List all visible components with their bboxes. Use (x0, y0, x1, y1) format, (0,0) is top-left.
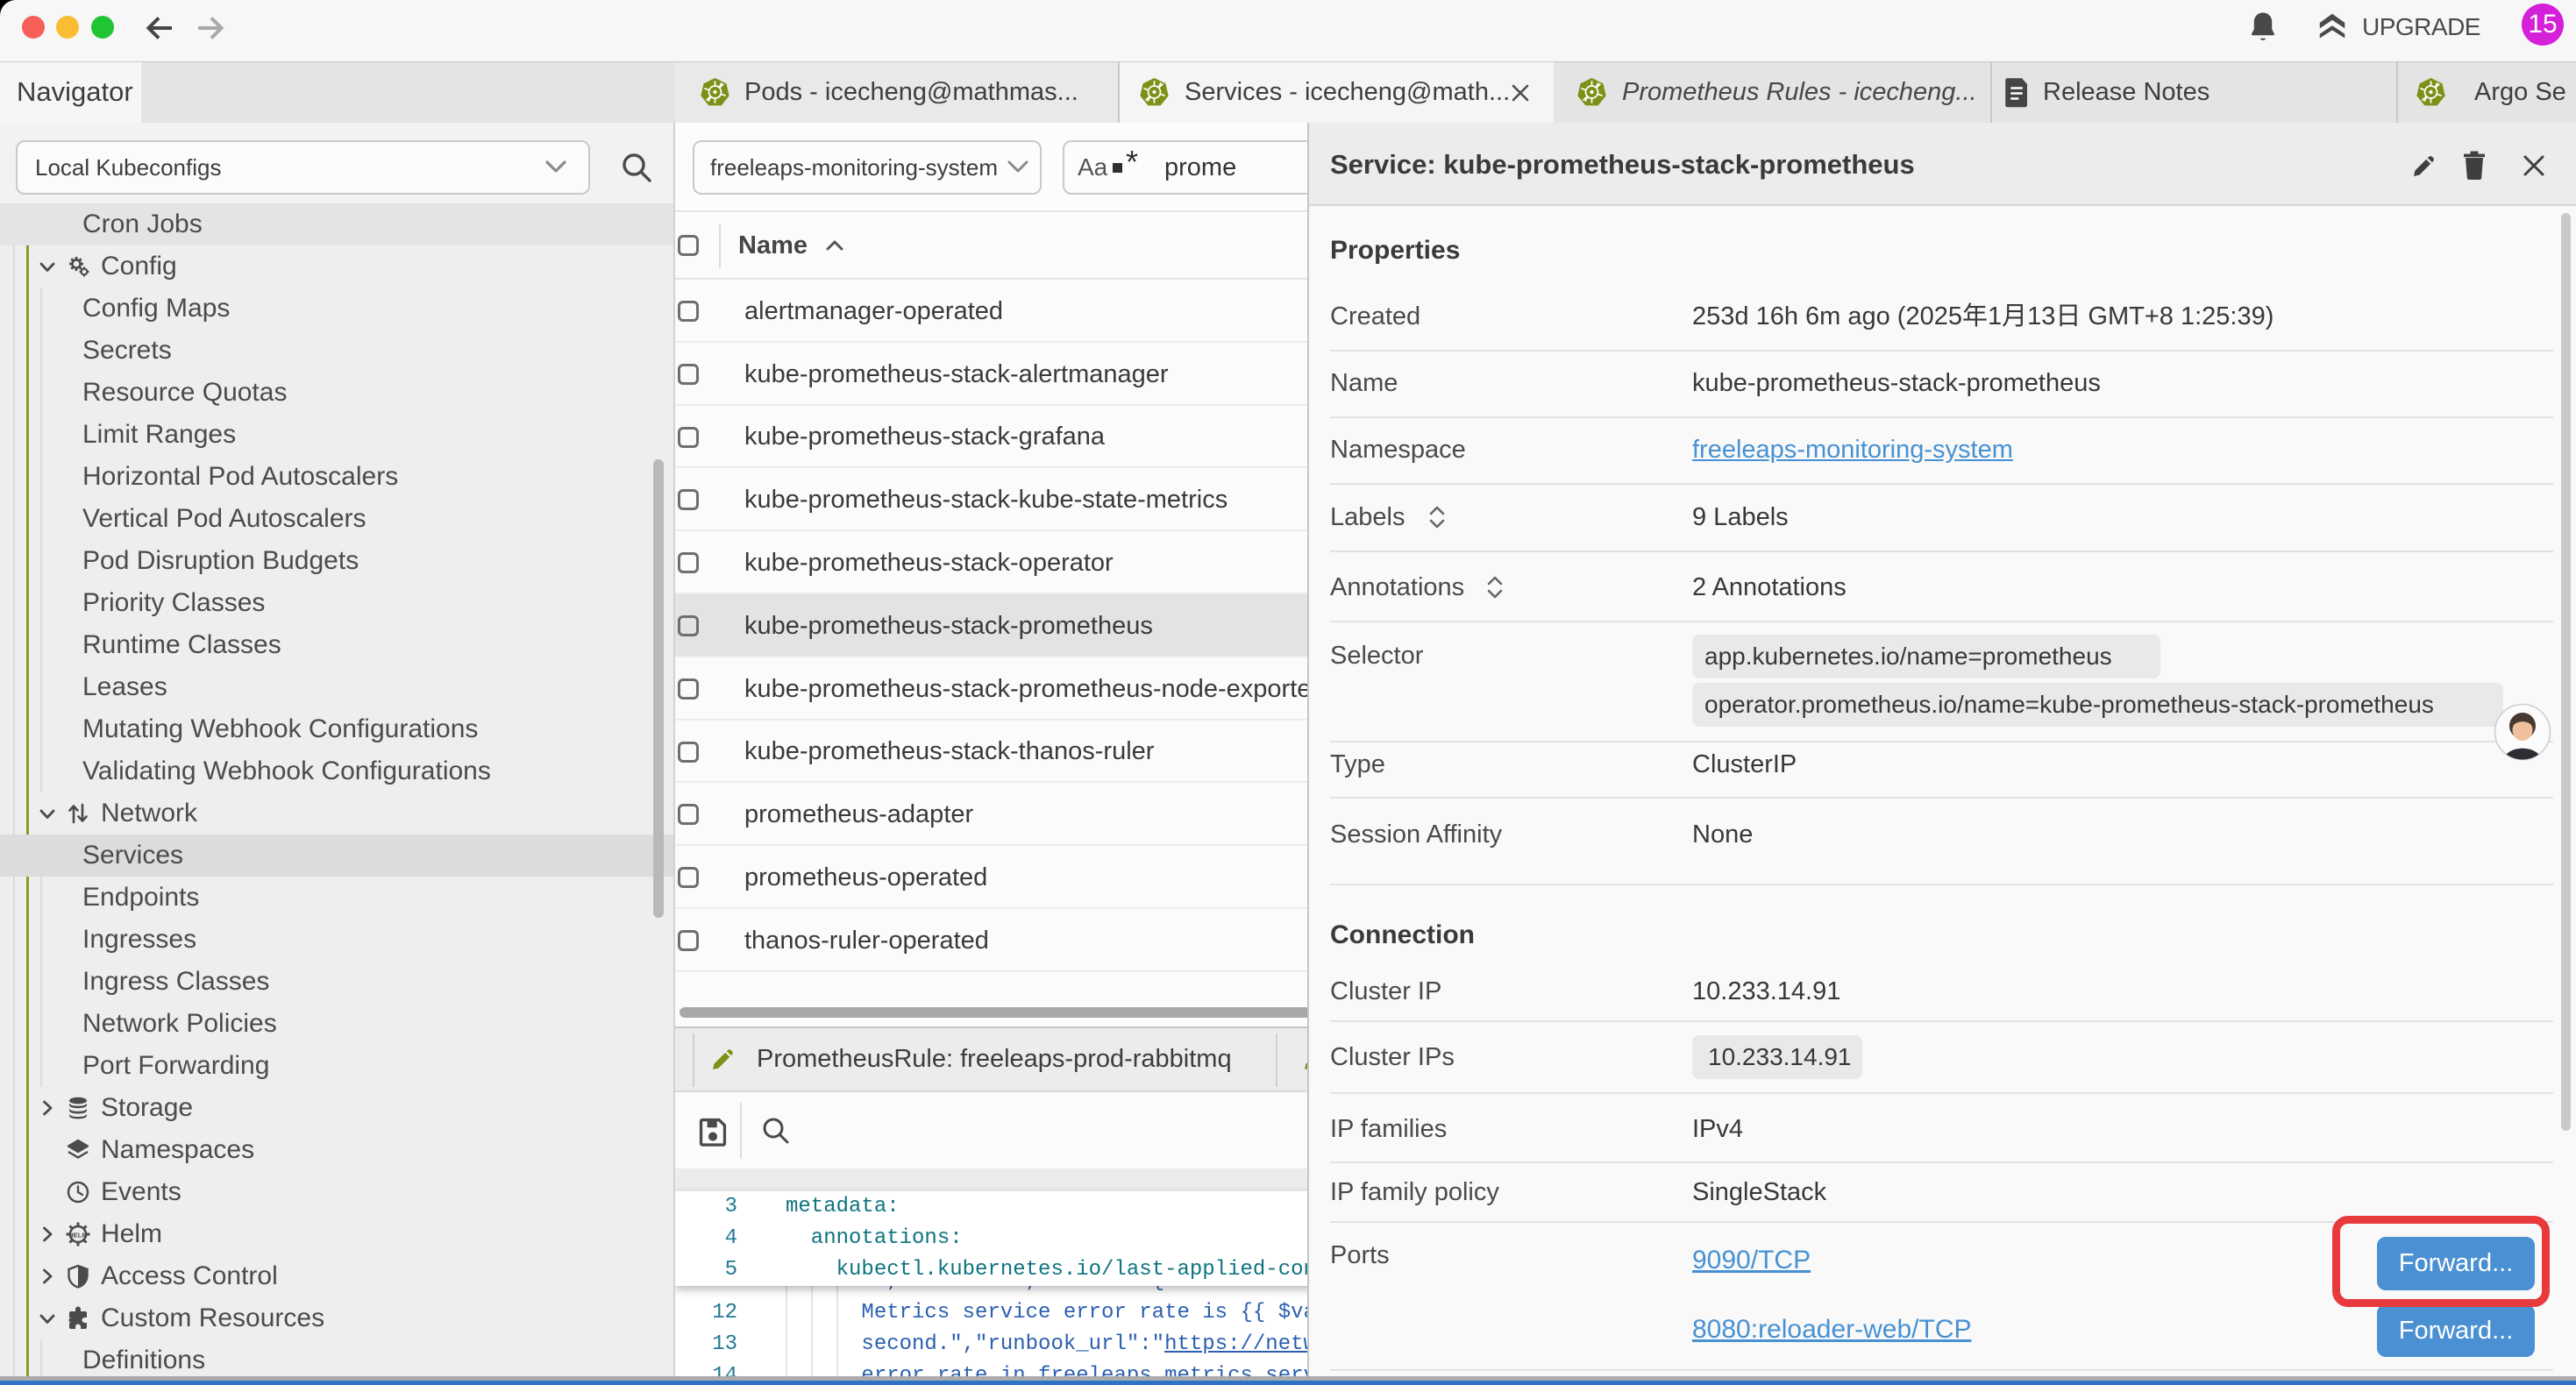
svg-text:HELM: HELM (68, 1232, 87, 1239)
